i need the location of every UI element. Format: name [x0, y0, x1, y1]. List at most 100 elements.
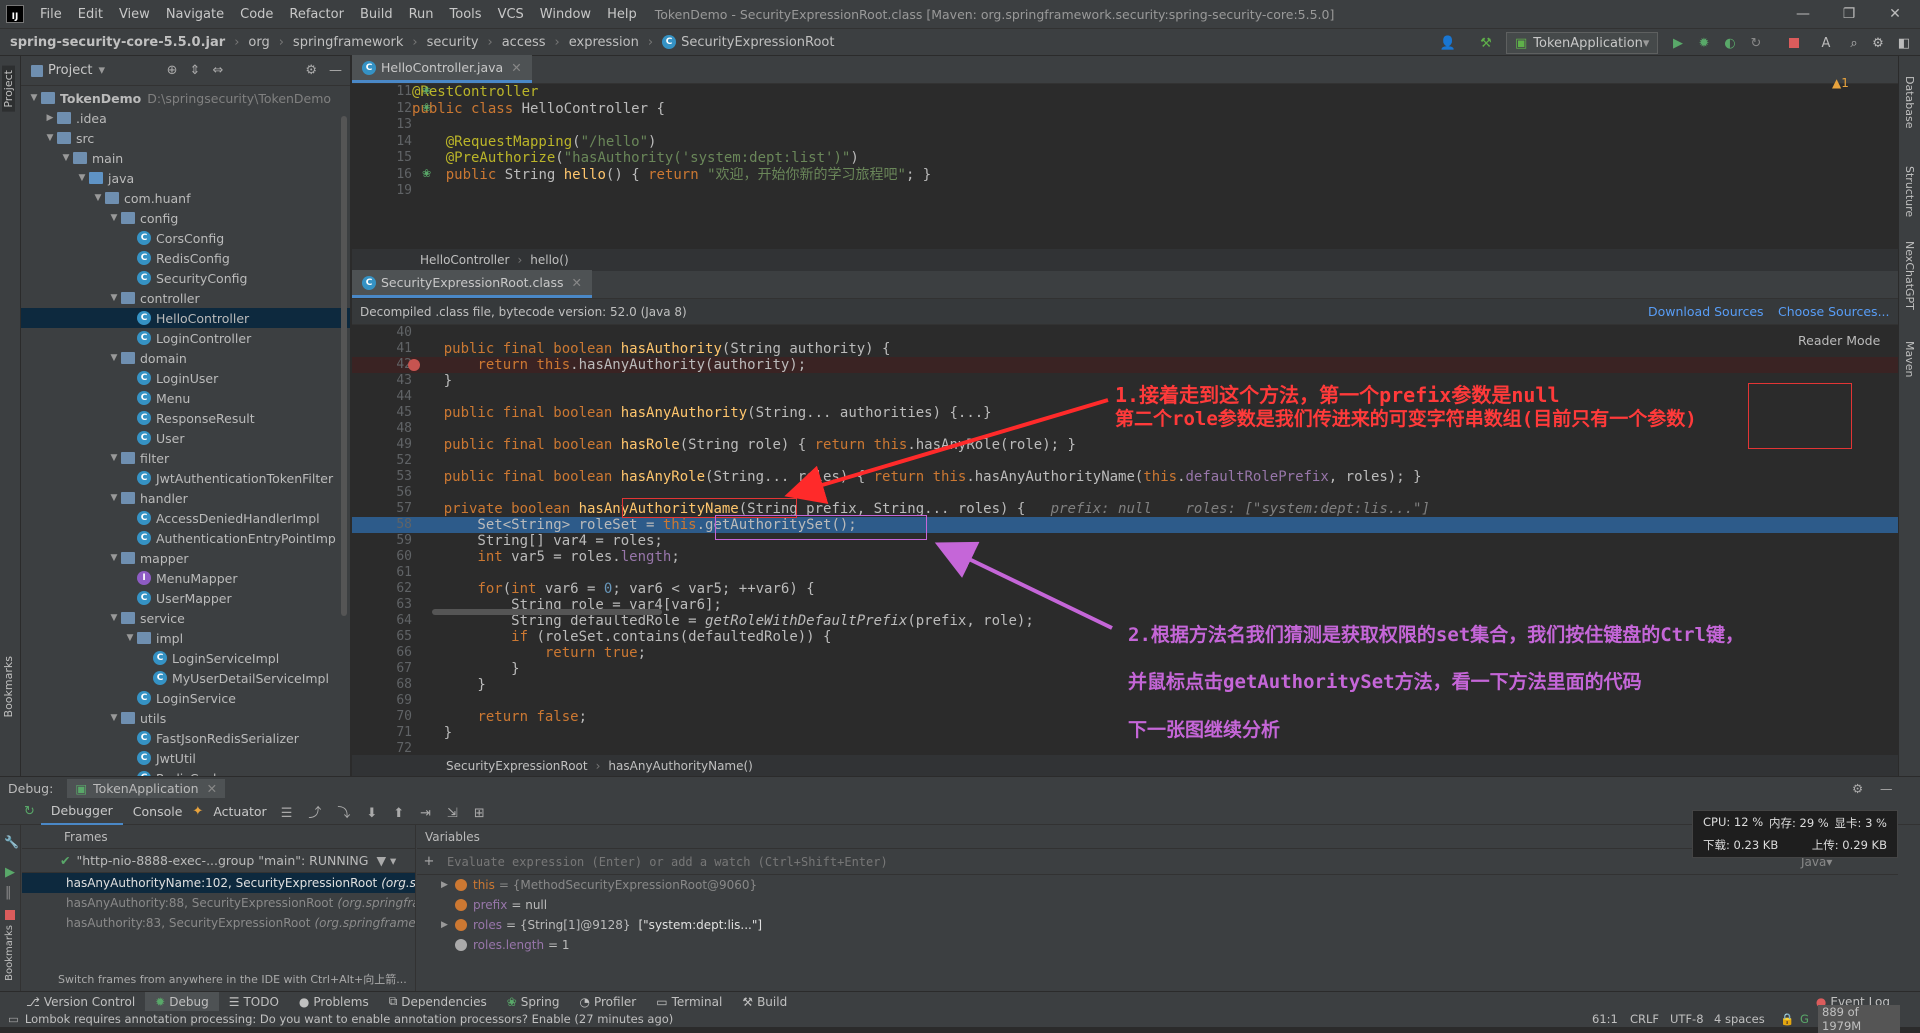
chevron-down-icon[interactable]: ▼	[75, 173, 89, 183]
tree-item[interactable]: C LoginServiceImpl	[21, 648, 350, 668]
chevron-down-icon[interactable]: ▾	[98, 63, 105, 78]
tree-item[interactable]: C AuthenticationEntryPointImp	[21, 528, 350, 548]
menu-edit[interactable]: Edit	[70, 7, 111, 22]
tree-item[interactable]: C JwtAuthenticationTokenFilter	[21, 468, 350, 488]
menu-file[interactable]: File	[32, 7, 70, 22]
tree-item[interactable]: C JwtUtil	[21, 748, 350, 768]
menu-help[interactable]: Help	[599, 7, 645, 22]
filter-icon[interactable]: ▼ ▾	[376, 853, 396, 868]
chevron-right-icon[interactable]: ▶	[43, 113, 57, 123]
rerun-icon[interactable]: ↻	[24, 804, 35, 819]
tool-todo[interactable]: ☰ TODO	[219, 992, 289, 1012]
jetbrains-icon[interactable]: ◧	[1896, 35, 1912, 51]
tab-security-expression-root[interactable]: C SecurityExpressionRoot.class ✕	[352, 270, 592, 298]
chevron-right-icon[interactable]: ▶	[441, 880, 455, 890]
debug-session-tab[interactable]: ▣ TokenApplication ✕	[67, 778, 226, 798]
tree-item[interactable]: ▼ main	[21, 148, 350, 168]
code-line[interactable]: 58 Set<String> roleSet = this.getAuthori…	[352, 517, 1898, 533]
choose-sources-link[interactable]: Choose Sources...	[1778, 304, 1890, 319]
debug-icon[interactable]: ✹	[1696, 35, 1712, 51]
tree-item[interactable]: ▼ com.huanf	[21, 188, 350, 208]
variable-row[interactable]: ▶ this = {MethodSecurityExpressionRoot@906…	[441, 875, 1898, 895]
code-line[interactable]: 13	[352, 117, 1898, 134]
project-settings-gear-icon[interactable]: ⚙	[305, 63, 317, 78]
code-line[interactable]: 14 @RequestMapping("/hello")	[352, 134, 1898, 151]
tab-console[interactable]: Console	[123, 799, 193, 825]
tool-version-control[interactable]: ⎇ Version Control	[16, 992, 145, 1012]
hide-debug-icon[interactable]: —	[1880, 781, 1893, 796]
code-line[interactable]: 71 }	[352, 725, 1898, 741]
menu-code[interactable]: Code	[232, 7, 281, 22]
coverage-icon[interactable]: ◐	[1722, 35, 1738, 51]
line-separator[interactable]: CRLF	[1630, 1012, 1659, 1026]
menu-vcs[interactable]: VCS	[490, 7, 532, 22]
stack-frame[interactable]: hasAnyAuthorityName:102, SecurityExpress…	[22, 873, 415, 893]
code-line[interactable]: 59 String[] var4 = roles;	[352, 533, 1898, 549]
menu-view[interactable]: View	[111, 7, 158, 22]
project-tool-tab[interactable]: Project	[2, 66, 15, 112]
code-line[interactable]: 12 public class HelloController {	[352, 101, 1898, 118]
download-sources-link[interactable]: Download Sources	[1648, 304, 1764, 319]
menu-window[interactable]: Window	[532, 7, 599, 22]
breadcrumb-expression[interactable]: expression	[569, 35, 639, 50]
chevron-down-icon[interactable]: ▼	[91, 193, 105, 203]
close-session-icon[interactable]: ✕	[207, 781, 217, 796]
chevron-down-icon[interactable]: ▼	[27, 93, 41, 103]
tree-item[interactable]: C AccessDeniedHandlerImpl	[21, 508, 350, 528]
code-line[interactable]: 61	[352, 565, 1898, 581]
resume-icon[interactable]: ▶	[5, 865, 15, 880]
lock-icon[interactable]: 🔒	[1780, 1012, 1794, 1026]
tree-item[interactable]: C UserMapper	[21, 588, 350, 608]
debug-settings-gear-icon[interactable]: ⚙	[1852, 781, 1863, 796]
spring-bean-icon[interactable]: ❀	[422, 167, 431, 180]
file-encoding[interactable]: UTF-8	[1670, 1012, 1704, 1026]
bookmarks-bottom-tab[interactable]: Bookmarks	[4, 925, 15, 981]
maven-tool-tab[interactable]: Maven	[1903, 341, 1916, 377]
memory-indicator[interactable]: 889 of 1979M	[1818, 1005, 1900, 1033]
code-line[interactable]: 67 }	[352, 661, 1898, 677]
variable-row[interactable]: ▶ roles = {String[1]@9128} ["system:dept:li…	[441, 915, 1898, 935]
tree-item[interactable]: I MenuMapper	[21, 568, 350, 588]
code-line[interactable]: 42 return this.hasAnyAuthority(authority…	[352, 357, 1898, 373]
tree-item[interactable]: C ResponseResult	[21, 408, 350, 428]
tool-problems[interactable]: ● Problems	[289, 992, 379, 1012]
tool-dependencies[interactable]: ⧉ Dependencies	[379, 992, 497, 1012]
menu-refactor[interactable]: Refactor	[281, 7, 352, 22]
chevron-down-icon[interactable]: ▼	[123, 633, 137, 643]
breadcrumb-hello-controller[interactable]: HelloController	[420, 253, 509, 267]
evaluate-expression-input[interactable]: Evaluate expression (Enter) or add a wat…	[447, 855, 888, 869]
variable-row[interactable]: roles.length = 1	[441, 935, 1898, 955]
code-line[interactable]: 70 return false;	[352, 709, 1898, 725]
stack-frame[interactable]: hasAuthority:83, SecurityExpressionRoot(…	[22, 913, 415, 933]
add-watch-icon[interactable]: +	[417, 854, 441, 869]
profile-icon[interactable]: ↻	[1748, 35, 1764, 51]
code-line[interactable]: 68 }	[352, 677, 1898, 693]
tool-spring[interactable]: ❀ Spring	[497, 992, 570, 1012]
restore-icon[interactable]: ❐	[1826, 0, 1872, 28]
code-line[interactable]: 40	[352, 325, 1898, 341]
code-line[interactable]: 53 public final boolean hasAnyRole(Strin…	[352, 469, 1898, 485]
step-controls-icons[interactable]: ☰⤴⤵⬇⬆⇥⇲⊞	[281, 802, 501, 821]
run-configuration-select[interactable]: ▣ TokenApplication ▾	[1506, 32, 1658, 54]
breadcrumb-security[interactable]: security	[427, 35, 479, 50]
project-panel-title[interactable]: Project	[48, 63, 92, 78]
tree-item[interactable]: ▼ controller	[21, 288, 350, 308]
chevron-down-icon[interactable]: ▼	[107, 453, 121, 463]
code-line[interactable]: 62 for(int var6 = 0; var6 < var5; ++var6…	[352, 581, 1898, 597]
status-message[interactable]: Lombok requires annotation processing: D…	[25, 1012, 673, 1026]
code-line[interactable]: 56	[352, 485, 1898, 501]
code-line[interactable]: 49 public final boolean hasRole(String r…	[352, 437, 1898, 453]
tree-item[interactable]: ▼ mapper	[21, 548, 350, 568]
tree-item[interactable]: C MyUserDetailServiceImpl	[21, 668, 350, 688]
minimize-icon[interactable]: —	[1780, 0, 1826, 28]
code-line[interactable]: 15 @PreAuthorize("hasAuthority('system:d…	[352, 150, 1898, 167]
project-toolbar-icons[interactable]: ⊕⇕⇔	[167, 63, 236, 78]
tree-item[interactable]: C LoginController	[21, 328, 350, 348]
code-line[interactable]: 52	[352, 453, 1898, 469]
chevron-down-icon[interactable]: ▼	[107, 293, 121, 303]
tree-item[interactable]: C RedisConfig	[21, 248, 350, 268]
variable-row[interactable]: prefix = null	[441, 895, 1898, 915]
hide-panel-icon[interactable]: —	[329, 63, 342, 78]
build-hammer-icon[interactable]: ⚒	[1478, 35, 1494, 51]
editor2-hscrollbar[interactable]	[432, 609, 662, 615]
